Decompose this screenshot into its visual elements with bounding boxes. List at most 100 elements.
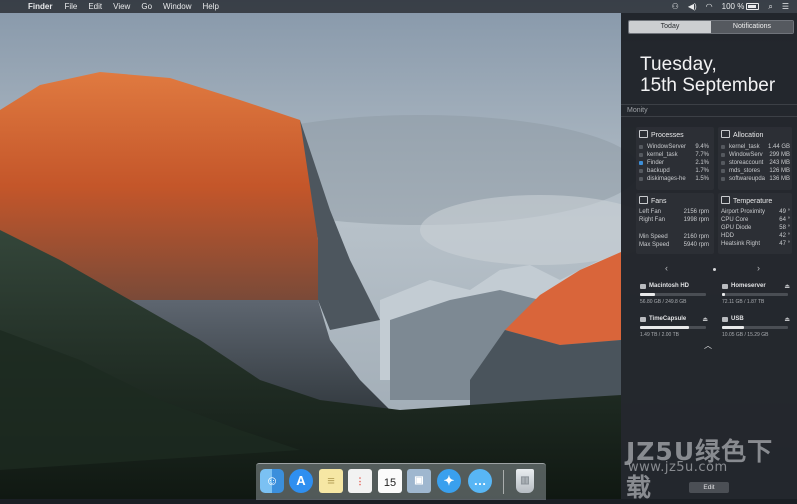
eject-icon[interactable]: ⏏ <box>784 283 790 290</box>
list-item: Airport Proximity 49 ° <box>721 208 790 216</box>
watermark-url: www.jz5u.com <box>628 460 728 475</box>
list-item: GPU Diode 58 ° <box>721 224 790 232</box>
wifi-icon[interactable]: ◠ <box>706 0 713 13</box>
today-notifications-toggle: Today Notifications <box>628 20 794 34</box>
disk-usage-bar <box>640 326 706 329</box>
process-icon <box>721 177 725 181</box>
list-item: diskimages-he 1.5% <box>639 175 709 183</box>
collapse-chevron-icon[interactable]: ︿ <box>704 340 712 351</box>
tab-today[interactable]: Today <box>629 21 711 33</box>
disk-usage-fill <box>722 326 744 329</box>
process-icon <box>721 145 725 149</box>
fan-value: 5940 rpm <box>683 242 709 248</box>
menu-go[interactable]: Go <box>141 0 152 13</box>
list-item: WindowServer 9.4% <box>639 143 709 151</box>
list-item: kernel_task 1.44 GB <box>721 143 790 151</box>
user-icon[interactable]: ⚇ <box>672 0 679 13</box>
list-item: mds_stores 126 MB <box>721 167 790 175</box>
app-menu[interactable]: Finder <box>28 0 52 13</box>
fans-panel: Fans Left Fan 2156 rpm Right Fan 1998 rpm … <box>636 193 714 254</box>
list-item: backupd 1.7% <box>639 167 709 175</box>
reminders-icon: ⋮ <box>355 476 365 486</box>
process-value: 7.7% <box>695 152 709 158</box>
dock-reminders[interactable]: ⋮ <box>348 469 372 493</box>
divider <box>621 104 797 105</box>
menu-view[interactable]: View <box>113 0 130 13</box>
volume-icon[interactable]: ◀) <box>688 0 697 13</box>
process-name: softwareupda <box>729 176 766 182</box>
date-day-month: 15th September <box>640 75 776 96</box>
spotlight-search-icon[interactable]: ⌕ <box>768 0 772 13</box>
disk-size: 10.05 GB / 15.29 GB <box>722 332 769 338</box>
list-item: Min Speed 2160 rpm <box>639 233 709 241</box>
eject-icon[interactable]: ⏏ <box>702 316 708 323</box>
process-name: WindowServer <box>647 144 687 150</box>
memory-value: 126 MB <box>769 168 790 174</box>
dock-trash[interactable]: ▥ <box>516 469 534 493</box>
chevron-left-icon[interactable]: ‹ <box>665 263 668 273</box>
list-item: kernel_task 7.7% <box>639 151 709 159</box>
memory-value: 243 MB <box>769 160 790 166</box>
dock-finder[interactable]: ☺ <box>260 469 284 493</box>
eject-icon[interactable]: ⏏ <box>784 316 790 323</box>
process-name: mds_stores <box>729 168 761 174</box>
dock: ☺ A ≡ ⋮ 15 ▣ ✦ … ▥ <box>256 463 546 500</box>
fan-value: 2160 rpm <box>683 234 709 240</box>
messages-icon: … <box>473 473 487 488</box>
fan-name: Left Fan <box>639 209 662 215</box>
menu-edit[interactable]: Edit <box>88 0 102 13</box>
process-icon <box>721 153 725 157</box>
memory-value: 1.44 GB <box>767 144 790 150</box>
list-item: Left Fan 2156 rpm <box>639 208 709 216</box>
list-item: WindowServ 299 MB <box>721 151 790 159</box>
server-icon <box>722 284 728 289</box>
process-icon <box>639 153 643 157</box>
process-name: kernel_task <box>729 144 760 150</box>
disk-usage-bar <box>722 293 788 296</box>
fan-name: Min Speed <box>639 234 668 240</box>
fan-icon <box>639 196 648 204</box>
apple-menu-icon[interactable] <box>9 2 18 12</box>
dock-safari[interactable]: ✦ <box>437 469 461 493</box>
process-name: Finder <box>647 160 665 166</box>
process-name: backupd <box>647 168 670 174</box>
processes-icon <box>639 130 648 138</box>
menu-window[interactable]: Window <box>163 0 191 13</box>
dock-app-store[interactable]: A <box>289 469 313 493</box>
list-item: softwareupda 136 MB <box>721 175 790 183</box>
dock-messages[interactable]: … <box>468 469 492 493</box>
process-icon <box>721 161 725 165</box>
menu-file[interactable]: File <box>64 0 77 13</box>
battery-status[interactable]: 100 % <box>722 0 760 13</box>
menu-help[interactable]: Help <box>202 0 218 13</box>
allocation-title-text: Allocation <box>733 132 764 139</box>
process-icon <box>721 169 725 173</box>
dock-notes[interactable]: ≡ <box>319 469 343 493</box>
divider <box>621 116 797 117</box>
processes-title: Processes <box>639 130 684 139</box>
process-value: 2.1% <box>695 160 709 166</box>
memory-value: 136 MB <box>769 176 790 182</box>
sensor-value: 64 ° <box>779 217 790 223</box>
trash-icon: ▥ <box>520 475 530 486</box>
thermometer-icon <box>721 196 730 204</box>
process-value: 1.5% <box>695 176 709 182</box>
hard-drive-icon <box>640 284 646 289</box>
list-item: Finder 2.1% <box>639 159 709 167</box>
disk-usage-fill <box>640 326 689 329</box>
dock-preview[interactable]: ▣ <box>407 469 431 493</box>
notification-center-icon[interactable]: ☰ <box>782 0 789 13</box>
tab-notifications[interactable]: Notifications <box>711 21 793 33</box>
processes-panel: Processes WindowServer 9.4% kernel_task 7.… <box>636 127 714 190</box>
disk-usage-bar <box>640 293 706 296</box>
dock-calendar[interactable]: 15 <box>378 469 402 493</box>
battery-percent: 100 % <box>721 2 745 11</box>
fan-value: 1998 rpm <box>683 217 709 223</box>
notes-icon: ≡ <box>327 473 335 488</box>
disk-usage-bar <box>722 326 788 329</box>
chevron-right-icon[interactable]: › <box>757 263 760 273</box>
disk-timecapsule: TimeCapsule ⏏ 1.49 TB / 2.00 TB <box>640 316 708 340</box>
sensor-name: Airport Proximity <box>721 209 766 215</box>
sensor-name: HDD <box>721 233 734 239</box>
allocation-panel: Allocation kernel_task 1.44 GB WindowServ… <box>718 127 792 190</box>
